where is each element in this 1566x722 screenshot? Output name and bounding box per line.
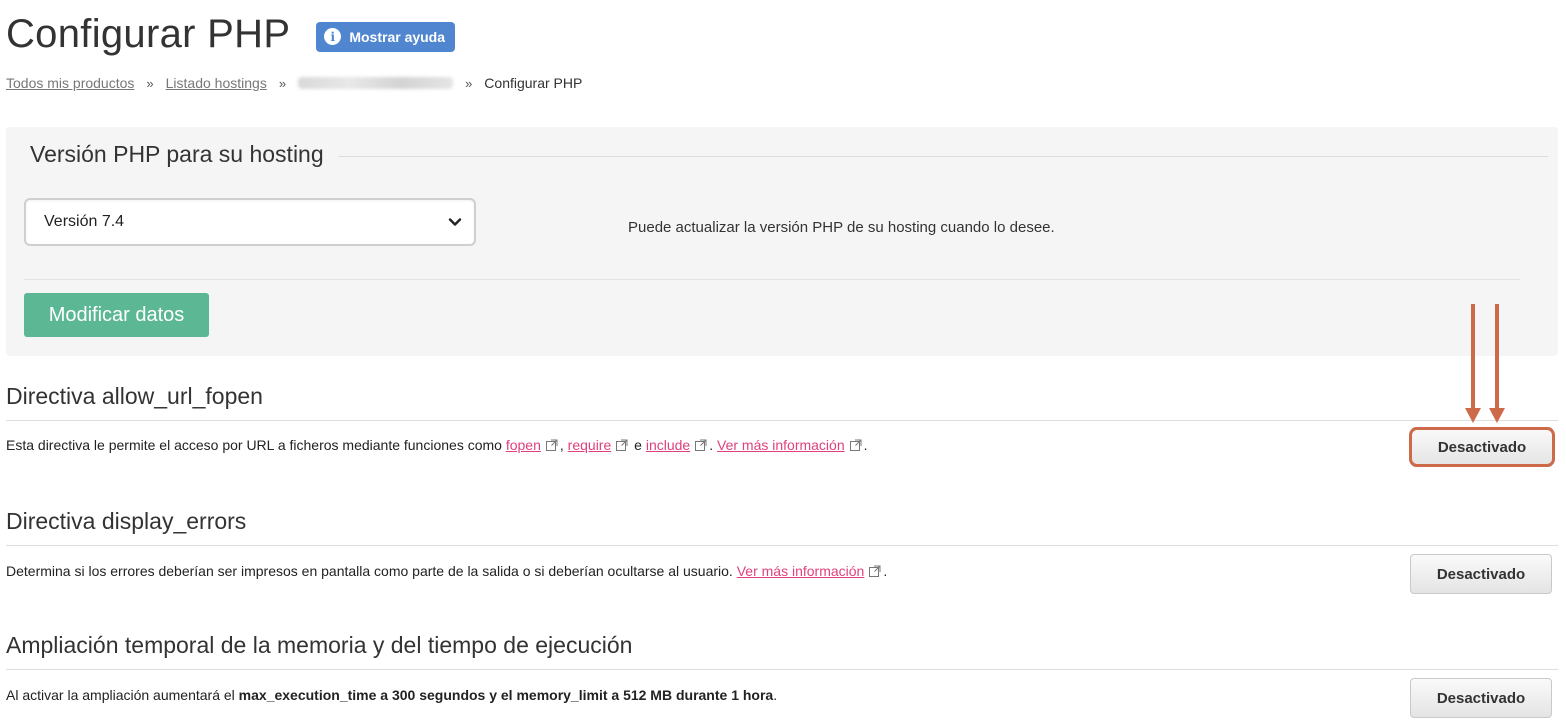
external-link-icon bbox=[695, 439, 707, 451]
php-version-select[interactable]: Versión 7.4 bbox=[24, 198, 476, 246]
php-version-note: Puede actualizar la versión PHP de su ho… bbox=[628, 219, 1055, 236]
breadcrumb-link-products[interactable]: Todos mis productos bbox=[6, 75, 134, 91]
php-version-selected: Versión 7.4 bbox=[44, 213, 125, 230]
display-errors-toggle-button[interactable]: Desactivado bbox=[1410, 554, 1552, 594]
directive-memory-extension: Ampliación temporal de la memoria y del … bbox=[6, 632, 1558, 703]
external-link-icon bbox=[545, 439, 558, 451]
breadcrumb-separator: » bbox=[278, 75, 287, 91]
page-title: Configurar PHP bbox=[6, 12, 291, 56]
show-help-button[interactable]: i Mostrar ayuda bbox=[316, 21, 456, 52]
section-description: Esta directiva le permite el acceso por … bbox=[6, 437, 868, 453]
show-help-label: Mostrar ayuda bbox=[349, 28, 446, 45]
info-icon: i bbox=[324, 28, 342, 45]
external-link-icon bbox=[616, 439, 628, 451]
description-text: Determina si los errores deberían ser im… bbox=[6, 563, 733, 579]
section-divider bbox=[6, 420, 1558, 421]
breadcrumb-separator: » bbox=[146, 75, 154, 91]
annotation-arrows-icon bbox=[1465, 304, 1505, 423]
section-title: Directiva display_errors bbox=[6, 508, 247, 534]
directive-display-errors: Directiva display_errors Determina si lo… bbox=[6, 508, 1558, 579]
panel-divider bbox=[24, 279, 1520, 280]
php-version-panel: Versión PHP para su hosting Versión 7.4 … bbox=[6, 127, 1558, 356]
description-bold-text: max_execution_time a 300 segundos y el m… bbox=[238, 687, 774, 703]
description-text: Al activar la ampliación aumentará el bbox=[6, 687, 235, 703]
memory-extension-toggle-button[interactable]: Desactivado bbox=[1410, 678, 1552, 718]
breadcrumb-current: Configurar PHP bbox=[484, 75, 583, 91]
section-divider bbox=[6, 669, 1558, 670]
php-version-legend: Versión PHP para su hosting bbox=[30, 141, 338, 168]
breadcrumb-separator: » bbox=[465, 75, 473, 91]
link-require[interactable]: require bbox=[568, 437, 612, 453]
section-title: Directiva allow_url_fopen bbox=[6, 383, 263, 409]
period: . bbox=[773, 687, 778, 703]
breadcrumb-link-domain-redacted[interactable] bbox=[298, 77, 454, 89]
section-title: Ampliación temporal de la memoria y del … bbox=[6, 632, 633, 658]
modify-data-button[interactable]: Modificar datos bbox=[24, 293, 209, 337]
description-text: Esta directiva le permite el acceso por … bbox=[6, 437, 502, 453]
period: . bbox=[709, 437, 714, 453]
external-link-icon bbox=[849, 439, 862, 451]
conjunction: e bbox=[634, 437, 642, 453]
section-divider bbox=[6, 545, 1558, 546]
link-fopen[interactable]: fopen bbox=[506, 437, 541, 453]
external-link-icon bbox=[869, 565, 881, 577]
link-include[interactable]: include bbox=[646, 437, 690, 453]
page-header: Configurar PHP i Mostrar ayuda bbox=[6, 12, 456, 57]
breadcrumb-link-hostings[interactable]: Listado hostings bbox=[166, 75, 267, 91]
section-description: Al activar la ampliación aumentará el ma… bbox=[6, 687, 777, 703]
allow-url-fopen-toggle-button[interactable]: Desactivado bbox=[1411, 427, 1553, 467]
directive-allow-url-fopen: Directiva allow_url_fopen Esta directiva… bbox=[6, 383, 1558, 453]
chevron-down-icon bbox=[448, 218, 462, 226]
section-description: Determina si los errores deberían ser im… bbox=[6, 563, 887, 579]
comma: , bbox=[559, 437, 564, 453]
link-more-info[interactable]: Ver más información bbox=[717, 437, 845, 453]
period: . bbox=[863, 437, 868, 453]
link-more-info[interactable]: Ver más información bbox=[737, 563, 865, 579]
period: . bbox=[883, 563, 888, 579]
breadcrumb: Todos mis productos » Listado hostings »… bbox=[6, 75, 582, 91]
